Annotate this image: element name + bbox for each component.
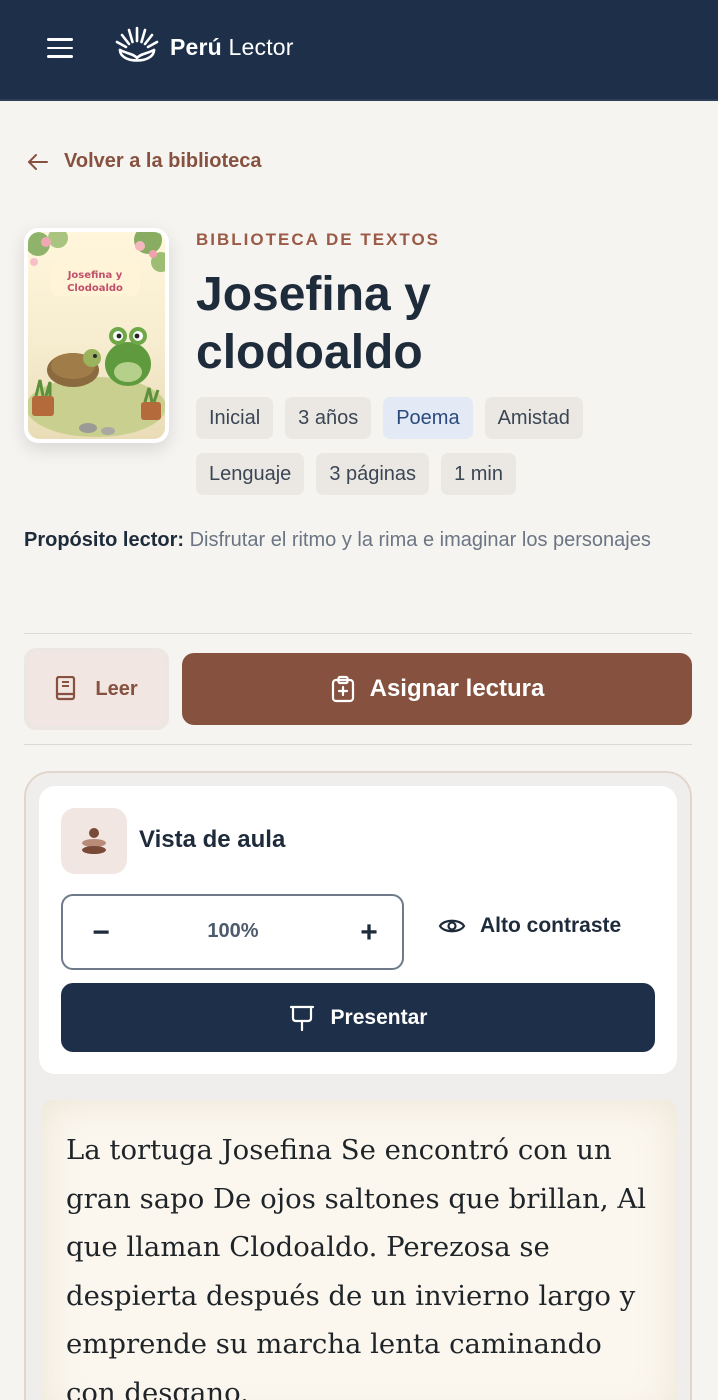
- hamburger-menu-icon[interactable]: [40, 32, 80, 64]
- section-eyebrow: BIBLIOTECA DE TEXTOS: [196, 230, 441, 249]
- present-button-label: Presentar: [330, 1005, 428, 1029]
- back-to-library-link[interactable]: Volver a la biblioteca: [26, 150, 261, 173]
- zoom-in-button[interactable]: +: [351, 913, 387, 953]
- present-button[interactable]: Presentar: [61, 983, 655, 1052]
- zoom-out-button[interactable]: −: [83, 913, 119, 953]
- tag-duration: 1 min: [441, 453, 516, 495]
- clipboard-plus-icon: [331, 675, 354, 703]
- tag-level: Inicial: [196, 397, 274, 439]
- book-cover-illustration: Josefina y Clodoaldo: [28, 232, 165, 439]
- zoom-stepper: − 100% +: [61, 894, 404, 970]
- tag-theme: Amistad: [484, 397, 583, 439]
- divider: [24, 633, 692, 634]
- book-title: Josefina y clodoaldo: [196, 266, 696, 382]
- back-link-label: Volver a la biblioteca: [64, 150, 262, 172]
- zoom-value: 100%: [207, 920, 259, 942]
- classroom-avatar: [61, 808, 127, 874]
- high-contrast-toggle[interactable]: Alto contraste: [438, 914, 621, 938]
- reading-purpose: Propósito lector: Disfrutar el ritmo y l…: [24, 522, 684, 558]
- eye-icon: [438, 919, 466, 933]
- book-tags: Inicial 3 años Poema Amistad Lenguaje 3 …: [196, 397, 626, 495]
- book-cover: Josefina y Clodoaldo: [24, 228, 169, 443]
- book-title-line-2: clodoaldo: [196, 326, 423, 379]
- divider: [24, 744, 692, 745]
- svg-text:Clodoaldo: Clodoaldo: [67, 283, 123, 294]
- tag-area: Lenguaje: [196, 453, 305, 495]
- purpose-label: Propósito lector:: [24, 529, 185, 551]
- svg-text:Josefina y: Josefina y: [67, 270, 123, 281]
- arrow-left-icon: [28, 153, 48, 170]
- presentation-screen-icon: [289, 1005, 314, 1031]
- read-button[interactable]: Leer: [24, 648, 169, 730]
- assign-reading-button[interactable]: Asignar lectura: [182, 653, 692, 725]
- classroom-view-title: Vista de aula: [139, 826, 286, 853]
- high-contrast-label: Alto contraste: [480, 914, 622, 937]
- open-book-sun-icon: [115, 26, 159, 62]
- brand-name: Perú Lector: [170, 33, 294, 60]
- reading-text: La tortuga Josefina Se encontró con un g…: [66, 1134, 647, 1400]
- read-button-label: Leer: [95, 677, 138, 700]
- tag-genre: Poema: [383, 397, 473, 439]
- brand-logo[interactable]: Perú Lector: [114, 24, 294, 70]
- student-group-icon: [82, 828, 106, 854]
- assign-button-label: Asignar lectura: [369, 675, 545, 702]
- top-navigation-bar: Perú Lector: [0, 0, 718, 101]
- tag-pages: 3 páginas: [316, 453, 430, 495]
- book-icon: [56, 676, 76, 701]
- purpose-text: Disfrutar el ritmo y la rima e imaginar …: [189, 529, 651, 551]
- tag-age: 3 años: [285, 397, 372, 439]
- book-title-line-1: Josefina y: [196, 268, 431, 321]
